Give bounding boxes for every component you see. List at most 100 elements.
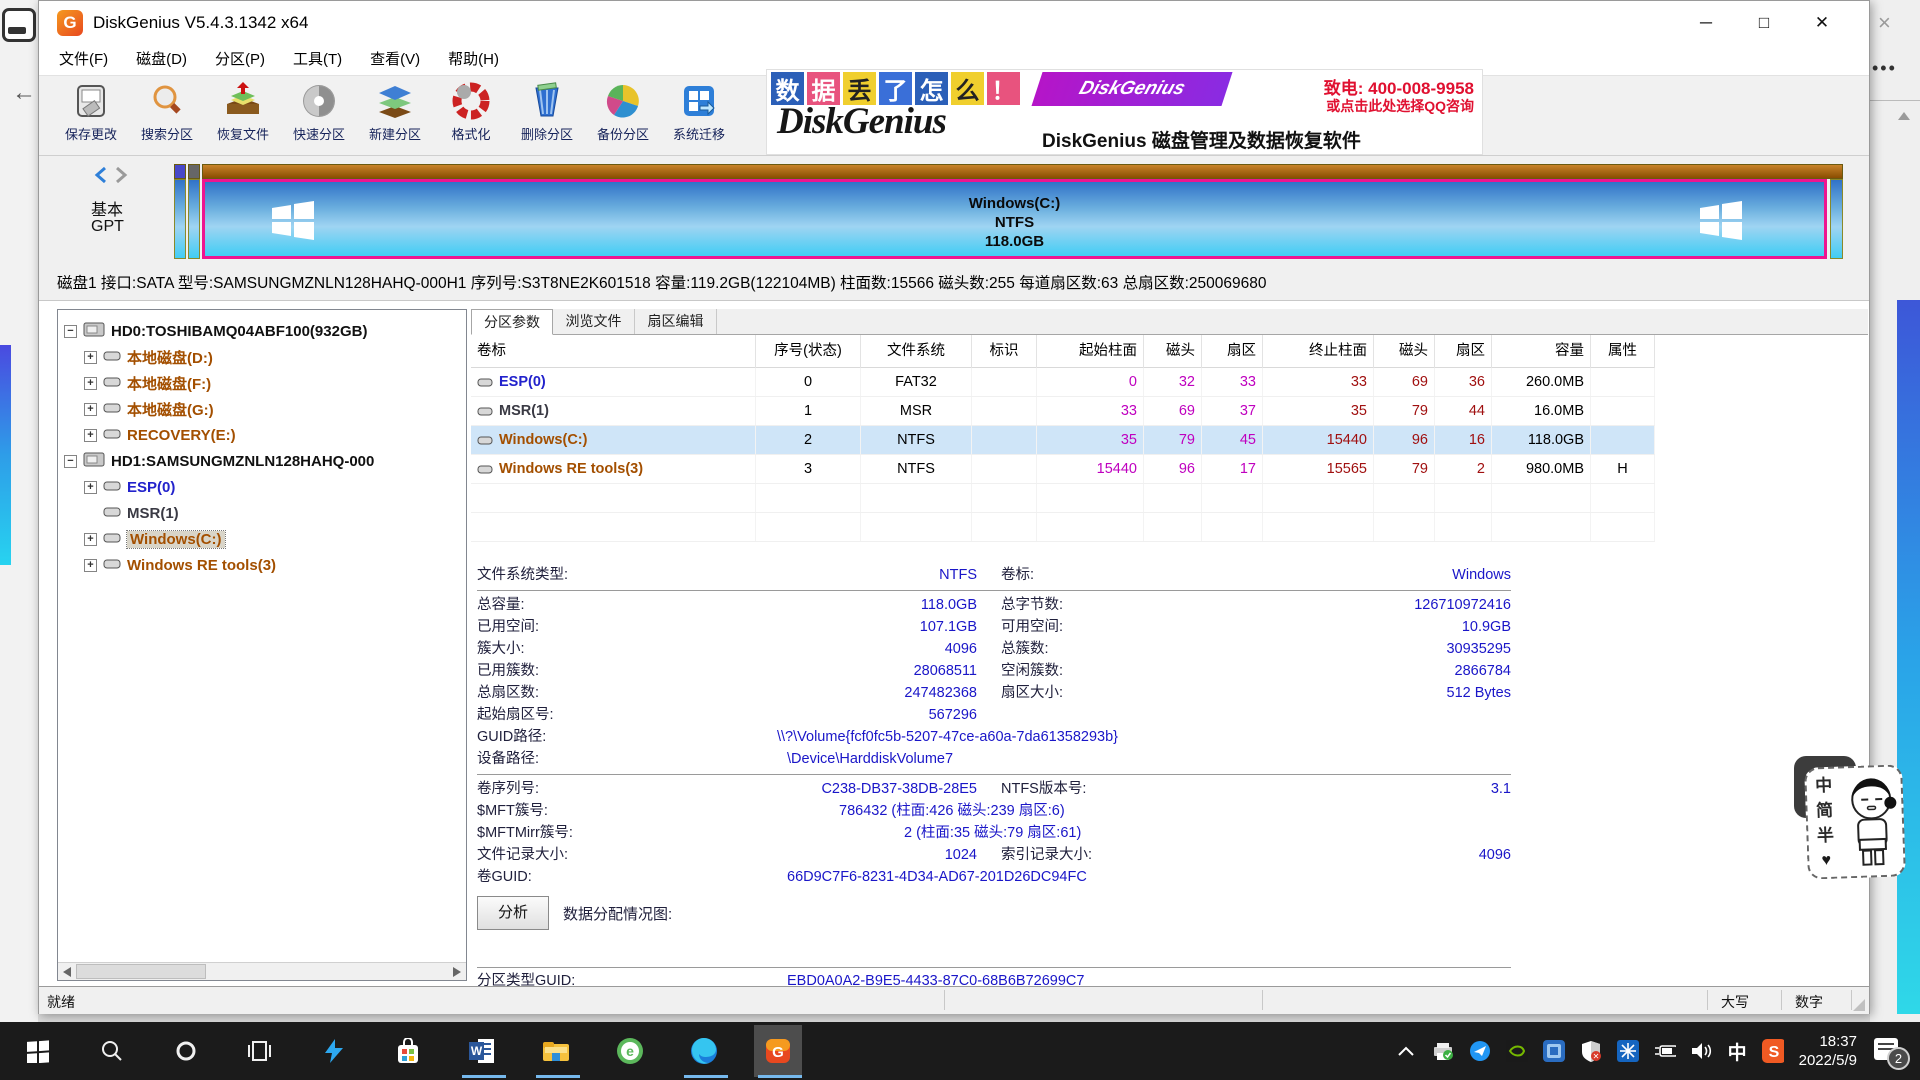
search-partition-button[interactable]: 搜索分区 <box>129 80 205 152</box>
scroll-left-icon[interactable] <box>58 963 76 980</box>
expand-icon[interactable]: + <box>84 377 97 390</box>
tree-item-esp[interactable]: +ESP(0) <box>58 474 175 500</box>
nvidia-icon[interactable] <box>1506 1040 1528 1062</box>
menu-file[interactable]: 文件(F) <box>45 47 122 73</box>
ime-language-indicator[interactable]: 中 <box>1728 1038 1747 1065</box>
ime-status-widget[interactable]: 中 简 半 ♥ <box>1804 764 1906 879</box>
ime-mode-simplified[interactable]: 简 <box>1816 798 1834 824</box>
tray-chevron-icon[interactable] <box>1395 1040 1417 1062</box>
divider <box>477 967 1511 968</box>
expand-icon[interactable]: + <box>84 351 97 364</box>
ime-mode-halfwidth[interactable]: 半 <box>1817 823 1835 849</box>
tree-item-winre[interactable]: +Windows RE tools(3) <box>58 552 276 578</box>
tab-browse-files[interactable]: 浏览文件 <box>553 309 635 334</box>
svg-text:W: W <box>471 1044 483 1058</box>
scrollbar-thumb[interactable] <box>76 964 206 979</box>
start-button[interactable] <box>14 1025 62 1077</box>
notification-center-icon[interactable]: 2 <box>1872 1036 1902 1066</box>
back-arrow-icon[interactable]: ← <box>12 80 38 106</box>
table-row[interactable]: Windows RE tools(3) 3NTFS 154409617 1556… <box>471 455 1655 484</box>
tree-item-local-d[interactable]: +本地磁盘(D:) <box>58 344 213 370</box>
volume-icon[interactable] <box>1691 1040 1713 1062</box>
tree-item-hd0[interactable]: −HD0:TOSHIBAMQ04ABF100(932GB) <box>58 318 367 344</box>
tree-item-local-f[interactable]: +本地磁盘(F:) <box>58 370 211 396</box>
tab-sector-edit[interactable]: 扇区编辑 <box>635 309 717 334</box>
tree-item-msr[interactable]: MSR(1) <box>58 500 179 526</box>
defender-shield-icon[interactable]: ✕ <box>1580 1040 1602 1062</box>
tab-partition-params[interactable]: 分区参数 <box>471 309 553 335</box>
task-view-icon[interactable] <box>236 1025 284 1077</box>
promo-banner[interactable]: 数 据 丢 了 怎 么 ！ DiskGenius DiskGenius 致电: … <box>766 69 1483 155</box>
background-ellipsis-icon[interactable]: ••• <box>1872 58 1897 79</box>
expand-icon[interactable]: + <box>84 403 97 416</box>
detail-row: 文件系统类型:NTFS卷标:Windows <box>477 564 1511 586</box>
esp-partition-bar[interactable] <box>174 179 186 259</box>
delete-partition-button[interactable]: 删除分区 <box>509 80 585 152</box>
expand-icon[interactable]: + <box>84 533 97 546</box>
collapse-icon[interactable]: − <box>64 325 77 338</box>
tree-item-local-g[interactable]: +本地磁盘(G:) <box>58 396 214 422</box>
msr-partition-bar[interactable] <box>188 179 200 259</box>
word-icon[interactable]: W <box>458 1025 506 1077</box>
browser-360-icon[interactable]: e <box>606 1025 654 1077</box>
maximize-button[interactable]: □ <box>1735 1 1793 45</box>
analyze-button[interactable]: 分析 <box>477 896 549 930</box>
detail-row: $MFT簇号:786432 (柱面:426 磁头:239 扇区:6) <box>477 800 1511 822</box>
table-row-selected[interactable]: Windows(C:) 2NTFS 357945 154409616 118.0… <box>471 426 1655 455</box>
file-explorer-icon[interactable] <box>532 1025 580 1077</box>
menu-tools[interactable]: 工具(T) <box>279 47 356 73</box>
background-close-icon[interactable]: × <box>1878 10 1891 36</box>
tree-item-windows-c[interactable]: +Windows(C:) <box>58 526 225 552</box>
battery-icon[interactable] <box>1654 1040 1676 1062</box>
background-tab-icon <box>2 8 36 42</box>
tree-horizontal-scrollbar[interactable] <box>58 962 466 980</box>
system-migrate-button[interactable]: 系统迁移 <box>661 80 737 152</box>
taskbar-clock[interactable]: 18:37 2022/5/9 <box>1799 1032 1857 1070</box>
scrollbar-up-icon[interactable] <box>1898 112 1910 120</box>
banner-qq-link[interactable]: 或点击此处选择QQ咨询 <box>1326 96 1474 116</box>
menu-help[interactable]: 帮助(H) <box>434 47 513 73</box>
microsoft-store-icon[interactable] <box>384 1025 432 1077</box>
search-taskbar-icon[interactable] <box>88 1025 136 1077</box>
menu-disk[interactable]: 磁盘(D) <box>122 47 201 73</box>
expand-icon[interactable]: + <box>84 429 97 442</box>
diskgenius-taskbar-icon[interactable]: G <box>754 1025 802 1077</box>
tree-item-recovery-e[interactable]: +RECOVERY(E:) <box>58 422 236 448</box>
expand-icon[interactable]: + <box>84 559 97 572</box>
heart-icon[interactable]: ♥ <box>1821 848 1831 873</box>
titlebar: G DiskGenius V5.4.3.1342 x64 ─ □ ✕ <box>39 1 1869 45</box>
chevron-left-icon[interactable] <box>94 166 108 184</box>
winre-partition-bar[interactable] <box>1830 179 1843 259</box>
svg-text:✕: ✕ <box>1592 1052 1599 1061</box>
running-indicator <box>462 1075 506 1078</box>
format-button[interactable]: 格式化 <box>433 80 509 152</box>
divider <box>1870 100 1920 101</box>
intel-graphics-icon[interactable] <box>1543 1040 1565 1062</box>
edge-icon[interactable] <box>680 1025 728 1077</box>
cortana-icon[interactable] <box>162 1025 210 1077</box>
chevron-right-icon[interactable] <box>114 166 128 184</box>
close-button[interactable]: ✕ <box>1793 1 1851 45</box>
minimize-button[interactable]: ─ <box>1677 1 1735 45</box>
printer-icon[interactable] <box>1432 1040 1454 1062</box>
collapse-icon[interactable]: − <box>64 455 77 468</box>
expand-icon[interactable]: + <box>84 481 97 494</box>
backup-partition-button[interactable]: 备份分区 <box>585 80 661 152</box>
save-changes-button[interactable]: 保存更改 <box>53 80 129 152</box>
snowflake-icon[interactable] <box>1617 1040 1639 1062</box>
messenger-bird-icon[interactable] <box>1469 1040 1491 1062</box>
sogou-icon[interactable]: S <box>1762 1040 1784 1062</box>
ime-mode-chinese[interactable]: 中 <box>1815 773 1833 799</box>
recover-files-button[interactable]: 恢复文件 <box>205 80 281 152</box>
resize-grip[interactable] <box>1853 999 1865 1011</box>
windows-c-partition-bar[interactable]: Windows(C:) NTFS 118.0GB <box>202 179 1827 259</box>
thunder-app-icon[interactable] <box>310 1025 358 1077</box>
menu-partition[interactable]: 分区(P) <box>201 47 279 73</box>
scroll-right-icon[interactable] <box>448 963 466 980</box>
menu-view[interactable]: 查看(V) <box>356 47 434 73</box>
table-row[interactable]: ESP(0) 0FAT32 03233 336936 260.0MB <box>471 368 1655 397</box>
table-row[interactable]: MSR(1) 1MSR 336937 357944 16.0MB <box>471 397 1655 426</box>
quick-partition-button[interactable]: 快速分区 <box>281 80 357 152</box>
tree-item-hd1[interactable]: −HD1:SAMSUNGMZNLN128HAHQ-000 <box>58 448 374 474</box>
new-partition-button[interactable]: 新建分区 <box>357 80 433 152</box>
